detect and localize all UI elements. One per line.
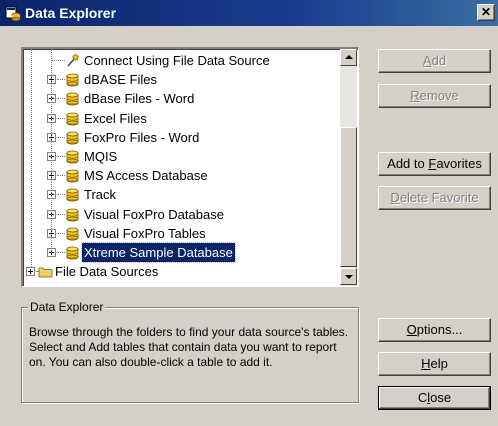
tree-connector-line [57, 252, 65, 253]
add-label-post: dd [431, 53, 447, 68]
tree-connector-line [51, 49, 52, 253]
tree-connector-line [57, 137, 65, 138]
tree-item[interactable]: dBase Files - Word [23, 89, 340, 108]
tree-connector-line [57, 214, 65, 215]
tree-item-label[interactable]: Track [82, 185, 118, 204]
database-icon [66, 227, 79, 241]
scroll-thumb[interactable] [340, 127, 357, 267]
scroll-down-button[interactable] [340, 268, 357, 285]
close-window-button[interactable]: ✕ [477, 4, 495, 21]
tree-vertical-scrollbar[interactable] [340, 49, 357, 286]
expand-plus-icon[interactable] [26, 267, 35, 276]
tree-connector-line [57, 194, 65, 195]
tree-item[interactable]: dBASE Files [23, 70, 340, 89]
data-explorer-groupbox: Data Explorer Browse through the folders… [21, 300, 359, 403]
delete-favorite-label-mnemonic: D [390, 190, 400, 205]
tree-connector-line [57, 233, 65, 234]
window-title: Data Explorer [25, 5, 117, 21]
close-label-pre: C [417, 390, 428, 405]
remove-label-post: emove [419, 88, 459, 103]
tree-connector-line [57, 118, 65, 119]
add-button[interactable]: Add [378, 49, 491, 73]
tree-item[interactable]: Track [23, 185, 340, 204]
scroll-up-arrow-icon [345, 55, 353, 59]
tree-item-label[interactable]: Visual FoxPro Tables [82, 224, 208, 243]
data-source-tree[interactable]: Connect Using File Data Source dBASE File… [21, 47, 359, 287]
title-bar[interactable]: Data Explorer ✕ [0, 0, 498, 26]
help-label-mnemonic: H [421, 356, 431, 371]
help-button[interactable]: Help [378, 352, 491, 376]
tree-connector-line [57, 98, 65, 99]
options-label-mnemonic: O [406, 322, 417, 337]
scroll-up-button[interactable] [340, 49, 357, 66]
options-button[interactable]: Options... [378, 318, 491, 342]
database-icon [66, 112, 79, 126]
scroll-down-arrow-icon [345, 275, 353, 279]
database-icon [66, 246, 79, 260]
remove-label-mnemonic: R [410, 88, 420, 103]
tree-item[interactable]: File Data Sources [23, 262, 340, 281]
delete-favorite-label-post: elete Favorite [399, 190, 479, 205]
database-icon [66, 208, 79, 222]
tree-connector-line [57, 79, 65, 80]
close-label-post: ose [430, 390, 452, 405]
help-label-post: elp [430, 356, 448, 371]
tree-item[interactable]: Xtreme Sample Database [23, 242, 340, 263]
add-to-favorites-button[interactable]: Add to Favorites [378, 152, 491, 176]
groupbox-legend: Data Explorer [28, 300, 106, 314]
database-icon [66, 150, 79, 164]
tree-item-label[interactable]: dBase Files - Word [82, 89, 196, 108]
tree-item-label[interactable]: MS Access Database [82, 166, 210, 185]
tree-item-label[interactable]: FoxPro Files - Word [82, 128, 201, 147]
database-icon [66, 73, 79, 87]
wand-icon [67, 53, 80, 67]
add-favorites-label-pre: Add to [387, 156, 429, 171]
tree-item[interactable]: Visual FoxPro Tables [23, 224, 340, 243]
data-explorer-app-icon [5, 6, 21, 21]
tree-connector-line [57, 175, 65, 176]
database-icon [66, 92, 79, 106]
options-label-post: ptions... [416, 322, 463, 337]
database-icon [66, 169, 79, 183]
tree-item[interactable]: Excel Files [23, 109, 340, 128]
tree-item-label[interactable]: File Data Sources [53, 262, 160, 281]
close-button[interactable]: Close [378, 386, 491, 410]
tree-item[interactable]: MS Access Database [23, 166, 340, 185]
database-icon [66, 188, 79, 202]
tree-item-label[interactable]: Xtreme Sample Database [81, 242, 236, 263]
add-favorites-label-post: avorites [436, 156, 482, 171]
tree-item[interactable]: FoxPro Files - Word [23, 128, 340, 147]
tree-item[interactable]: Connect Using File Data Source [23, 51, 340, 70]
data-explorer-window: Data Explorer ✕ Connect Using File Data … [0, 0, 498, 426]
tree-item[interactable]: Visual FoxPro Database [23, 205, 340, 224]
tree-connector-line [31, 49, 32, 267]
database-icon [66, 131, 79, 145]
tree-rows: Connect Using File Data Source dBASE File… [23, 49, 340, 286]
tree-item-label[interactable]: Excel Files [82, 109, 149, 128]
tree-item-label[interactable]: dBASE Files [82, 70, 159, 89]
tree-item[interactable]: MQIS [23, 147, 340, 166]
folder-icon [38, 267, 53, 278]
remove-button[interactable]: Remove [378, 84, 491, 108]
tree-connector-line [51, 60, 65, 61]
tree-item-label[interactable]: Connect Using File Data Source [82, 51, 272, 70]
delete-favorite-button[interactable]: Delete Favorite [378, 186, 491, 210]
tree-item-label[interactable]: MQIS [82, 147, 119, 166]
groupbox-description: Browse through the folders to find your … [29, 325, 349, 369]
add-label-mnemonic: A [422, 53, 432, 68]
tree-item-label[interactable]: Visual FoxPro Database [82, 205, 226, 224]
tree-connector-line [57, 156, 65, 157]
